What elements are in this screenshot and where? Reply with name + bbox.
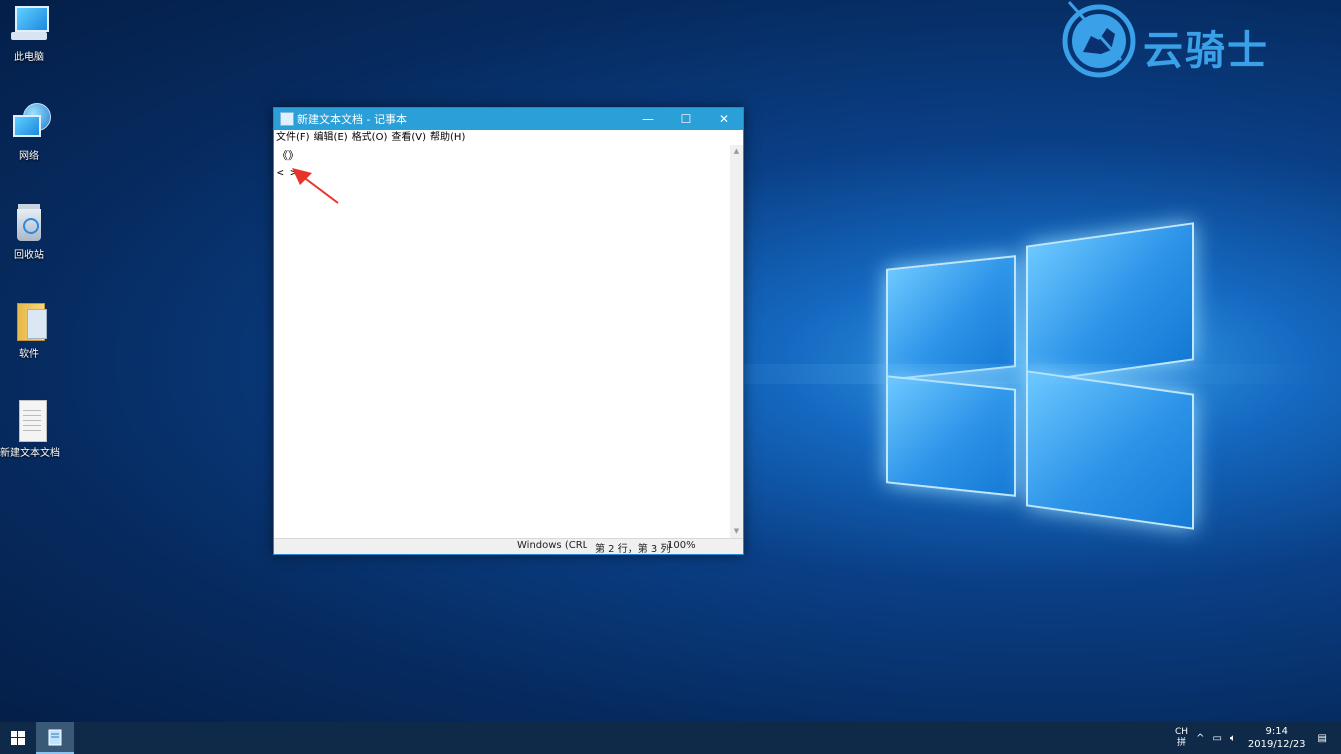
start-button[interactable] <box>0 722 36 754</box>
ime-mode: 拼 <box>1177 738 1187 748</box>
system-tray: CH 拼 ^ ▭ 🔈︎ 9:14 2019/12/23 ▤ <box>1171 722 1341 754</box>
title-bar[interactable]: 新建文本文档 - 记事本 — ☐ ✕ <box>274 108 743 130</box>
scroll-up-icon[interactable]: ▲ <box>730 145 743 158</box>
windows-start-icon <box>11 731 25 745</box>
folder-icon <box>9 301 49 341</box>
status-encoding: Windows (CRLF <box>517 540 587 551</box>
menu-bar: 文件(F) 编辑(E) 格式(O) 查看(V) 帮助(H) <box>274 130 743 145</box>
vertical-scrollbar[interactable]: ▲ ▼ <box>730 145 743 538</box>
window-title: 新建文本文档 - 记事本 <box>297 113 407 126</box>
notepad-icon <box>280 112 294 126</box>
text-file-icon <box>9 400 49 442</box>
scroll-down-icon[interactable]: ▼ <box>730 525 743 538</box>
menu-format[interactable]: 格式(O) <box>352 130 388 145</box>
network-icon <box>9 103 51 143</box>
volume-icon[interactable]: 🔈︎ <box>1230 733 1236 744</box>
computer-icon <box>9 4 49 44</box>
chevron-up-icon[interactable]: ^ <box>1196 733 1204 744</box>
desktop-icon-label: 网络 <box>19 151 39 162</box>
recycle-bin-icon <box>9 202 49 242</box>
close-button[interactable]: ✕ <box>705 108 743 130</box>
desktop-icon-label: 新建文本文档 <box>0 448 60 459</box>
menu-edit[interactable]: 编辑(E) <box>314 130 348 145</box>
menu-help[interactable]: 帮助(H) <box>430 130 465 145</box>
desktop-icon-recycle-bin[interactable]: 回收站 <box>0 202 58 261</box>
clock-time: 9:14 <box>1265 726 1288 737</box>
ime-lang: CH <box>1175 727 1189 737</box>
status-position: 第 2 行，第 3 列 <box>595 544 671 555</box>
maximize-button[interactable]: ☐ <box>667 108 705 130</box>
clock-date: 2019/12/23 <box>1247 739 1306 750</box>
annotation-arrow-icon <box>292 168 339 204</box>
status-zoom: 100% <box>667 540 696 551</box>
knight-logo-icon <box>1062 0 1136 78</box>
brand-logo: 云骑士 <box>1061 0 1321 80</box>
clock[interactable]: 9:14 2019/12/23 <box>1248 725 1306 751</box>
desktop-icon-label: 软件 <box>19 349 39 360</box>
desktop-icon-label: 此电脑 <box>14 52 44 63</box>
desktop-icon-this-pc[interactable]: 此电脑 <box>0 4 58 63</box>
taskbar: CH 拼 ^ ▭ 🔈︎ 9:14 2019/12/23 ▤ <box>0 722 1341 754</box>
desktop-icon-software-folder[interactable]: 软件 <box>0 301 58 360</box>
status-bar: Windows (CRLF 第 2 行，第 3 列 100% <box>274 538 743 555</box>
brand-text: 云骑士 <box>1143 28 1269 74</box>
notepad-icon <box>48 729 62 746</box>
notification-icon[interactable]: ▤ <box>1318 733 1327 744</box>
desktop-icon-label: 回收站 <box>14 250 44 261</box>
taskbar-notepad-button[interactable] <box>36 722 74 754</box>
desktop-icon-network[interactable]: 网络 <box>0 103 58 162</box>
desktop-icon-new-text-document[interactable]: 新建文本文档 <box>0 400 60 459</box>
minimize-button[interactable]: — <box>629 108 667 130</box>
menu-file[interactable]: 文件(F) <box>276 130 310 145</box>
menu-view[interactable]: 查看(V) <box>391 130 426 145</box>
network-tray-icon[interactable]: ▭ <box>1212 733 1221 744</box>
text-line: 《》 <box>277 149 299 162</box>
ime-indicator[interactable]: CH 拼 <box>1175 727 1188 749</box>
